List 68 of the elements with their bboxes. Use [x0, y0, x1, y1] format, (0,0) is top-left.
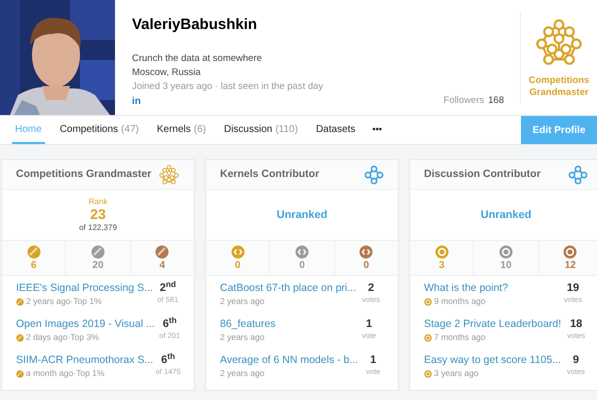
item-link[interactable]: 86_features	[220, 318, 276, 332]
join-info: Joined 3 years ago · last seen in the past day	[132, 80, 324, 94]
more-button[interactable]: •••	[370, 116, 384, 144]
item-score: 19	[566, 282, 580, 296]
badge-icon	[158, 164, 180, 186]
rank-value: Unranked	[276, 208, 328, 223]
rank-total: of 122,379	[79, 224, 117, 232]
medal-count: 6	[30, 261, 36, 271]
item-link[interactable]: Easy way to get score 1105...	[424, 354, 561, 368]
item-link[interactable]: IEEE's Signal Processing S...	[16, 282, 153, 296]
item-link[interactable]: CatBoost 67-th place on pri...	[220, 282, 356, 296]
discussion-medal-icon	[424, 334, 432, 342]
profile-tab[interactable]: Kernels (6)	[154, 116, 209, 144]
item-link[interactable]: What is the point?	[424, 282, 508, 296]
item-meta: 7 months ago	[434, 331, 486, 344]
edit-profile-button[interactable]: Edit Profile	[521, 116, 597, 144]
medal-icon	[16, 334, 24, 342]
medal-count: 12	[564, 261, 576, 271]
item-meta: 2 years ago	[220, 295, 264, 308]
rank-value: Unranked	[480, 208, 532, 223]
rank-value: 23	[90, 206, 106, 224]
item-link[interactable]: Open Images 2019 - Visual ...	[16, 318, 155, 332]
item-score: 6$^{th}$	[162, 318, 177, 332]
medal-icon	[16, 298, 24, 306]
medal-count: 4	[160, 261, 166, 271]
item-meta: a month ago·Top 1%	[26, 367, 104, 380]
followers-count: 168	[488, 94, 504, 108]
item-link[interactable]: Average of 6 NN models - b...	[220, 354, 358, 368]
tier-label: Competitions Grandmaster	[528, 74, 590, 98]
item-score: 18	[570, 318, 582, 332]
medal-icon	[16, 370, 24, 378]
linkedin-link[interactable]: in	[132, 94, 141, 108]
item-meta: 9 months ago	[434, 295, 486, 308]
profile-tab[interactable]: Competitions (47)	[56, 116, 142, 144]
rank-label: Rank	[88, 198, 108, 206]
contributor-icon	[568, 164, 588, 184]
discussion-medal-icon	[424, 298, 432, 306]
user-name: ValeriyBabushkin	[132, 15, 258, 35]
profile-tab[interactable]: Discussion (110)	[220, 116, 301, 144]
followers-label: Followers	[443, 94, 484, 108]
item-meta: 2 days ago·Top 3%	[26, 331, 99, 344]
profile-tab[interactable]: Datasets	[312, 116, 358, 144]
item-meta: 2 years ago	[220, 367, 264, 380]
card-title: Competitions Grandmaster	[16, 166, 152, 182]
user-bio: Crunch the data at somewhere	[132, 52, 263, 66]
contributor-icon	[364, 164, 384, 184]
medal-count: 10	[500, 261, 512, 271]
item-score: 1	[366, 318, 372, 332]
item-link[interactable]: Stage 2 Private Leaderboard!	[424, 318, 562, 332]
medal-count: 3	[438, 261, 444, 271]
item-link[interactable]: SIIM-ACR Pneumothorax S...	[16, 354, 154, 368]
item-score: 6$^{th}$	[161, 354, 176, 368]
item-meta: 3 years ago	[434, 367, 478, 380]
card-title: Discussion Contributor	[424, 166, 541, 182]
medal-count: 0	[364, 261, 370, 271]
user-location: Moscow, Russia	[132, 66, 202, 80]
item-score: 2	[368, 282, 374, 296]
discussion-medal-icon	[424, 370, 432, 378]
item-meta: 2 years ago	[220, 331, 264, 344]
medal-count: 20	[92, 261, 104, 271]
profile-tab[interactable]: Home	[12, 116, 45, 144]
medal-count: 0	[299, 261, 305, 271]
item-meta: 2 years ago·Top 1%	[26, 295, 102, 308]
card-title: Kernels Contributor	[220, 166, 320, 182]
item-score: 2$^{nd}$	[160, 282, 176, 296]
item-score: 1	[370, 354, 376, 368]
medal-count: 0	[234, 261, 240, 271]
item-score: 9	[572, 354, 580, 368]
